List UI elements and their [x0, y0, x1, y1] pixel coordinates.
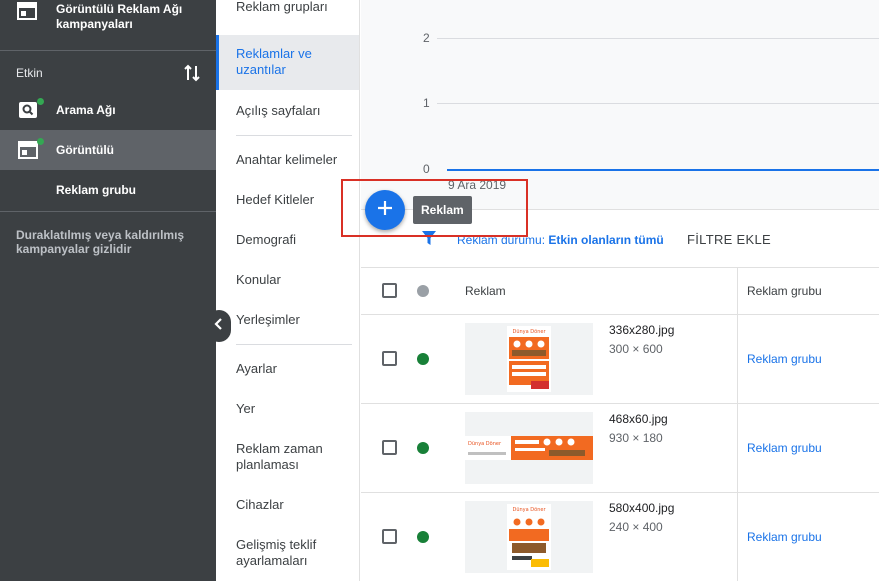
row-checkbox[interactable]	[382, 529, 397, 544]
status-dot	[37, 138, 44, 145]
nav-devices[interactable]: Cihazlar	[216, 497, 359, 513]
sidebar-item-display[interactable]: Görüntülü	[0, 130, 216, 170]
ad-thumbnail[interactable]: Dünya Döner	[465, 412, 593, 484]
ad-thumbnail[interactable]: Dünya Döner	[465, 501, 593, 573]
status-dot	[417, 531, 429, 543]
nav-placements[interactable]: Yerleşimler	[216, 312, 359, 328]
nav-audiences[interactable]: Hedef Kitleler	[216, 192, 359, 208]
hidden-campaigns-note: Duraklatılmış veya kaldırılmış kampanyal…	[16, 228, 185, 256]
svg-text:Dünya Döner: Dünya Döner	[512, 507, 546, 513]
nav-settings[interactable]: Ayarlar	[216, 361, 359, 377]
ad-filename: 580x400.jpg	[609, 501, 675, 515]
row-checkbox[interactable]	[382, 440, 397, 455]
row-checkbox[interactable]	[382, 351, 397, 366]
campaign-sidebar: Görüntülü Reklam Ağı kampanyaları Etkin …	[0, 0, 216, 581]
ad-thumbnail[interactable]: Dünya Döner	[465, 323, 593, 395]
y-tick-label: 2	[423, 31, 430, 45]
ad-dimensions: 240 × 400	[609, 520, 663, 534]
search-campaign-icon	[18, 101, 38, 124]
nav-ads-extensions[interactable]: Reklamlar ve uzantılar	[216, 35, 359, 90]
x-tick-label: 9 Ara 2019	[448, 178, 507, 192]
svg-text:Dünya Döner: Dünya Döner	[512, 329, 546, 335]
nav-divider	[236, 135, 352, 136]
display-campaign-icon	[18, 141, 38, 164]
nav-divider	[236, 344, 352, 345]
active-section-label: Etkin	[16, 66, 43, 80]
gridline	[437, 38, 879, 39]
y-tick-label: 0	[423, 162, 430, 176]
add-ad-tooltip: Reklam	[413, 196, 472, 224]
svg-text:Dünya Döner: Dünya Döner	[468, 441, 502, 447]
sort-icon[interactable]	[184, 64, 200, 87]
performance-chart: 2 1 0 9 Ara 2019	[361, 0, 879, 210]
ad-group-link[interactable]: Reklam grubu	[747, 530, 822, 544]
ad-dimensions: 930 × 180	[609, 431, 663, 445]
status-filter-chip[interactable]: Reklam durumu: Etkin olanların tümü	[457, 233, 664, 247]
select-all-checkbox[interactable]	[382, 283, 397, 298]
table-header: Reklam Reklam grubu	[361, 268, 879, 315]
sidebar-item-label: Arama Ağı	[56, 103, 116, 117]
display-campaigns-label: Görüntülü Reklam Ağı kampanyaları	[56, 2, 183, 31]
nav-locations[interactable]: Yer	[216, 401, 359, 417]
status-dot	[37, 98, 44, 105]
table-row: Dünya Döner 468x60.jpg 930 × 180 Reklam …	[361, 404, 879, 493]
nav-advanced-bid[interactable]: Gelişmiş teklif ayarlamaları	[216, 537, 336, 569]
add-ad-button[interactable]	[365, 190, 405, 230]
sidebar-item-search[interactable]: Arama Ağı	[0, 90, 216, 130]
table-row: Dünya Döner 336x280.jpg 300 × 600 Reklam…	[361, 315, 879, 404]
column-header-ad-group[interactable]: Reklam grubu	[747, 284, 822, 298]
add-filter-button[interactable]: FİLTRE EKLE	[687, 232, 771, 247]
column-header-ad[interactable]: Reklam	[465, 284, 506, 298]
sidebar-divider	[0, 50, 216, 51]
sidebar-item-label: Reklam grubu	[56, 183, 137, 197]
ad-filename: 336x280.jpg	[609, 323, 675, 337]
filter-value: Etkin olanların tümü	[548, 233, 664, 247]
status-column-icon	[417, 285, 429, 297]
filter-prefix: Reklam durumu:	[457, 233, 549, 247]
page-nav: Reklam grupları Reklamlar ve uzantılar A…	[216, 0, 360, 581]
display-campaign-icon	[17, 2, 37, 25]
nav-topics[interactable]: Konular	[216, 272, 359, 288]
collapse-nav-button[interactable]	[207, 310, 231, 342]
status-dot	[417, 353, 429, 365]
chevron-left-icon	[214, 317, 224, 336]
nav-landing-pages[interactable]: Açılış sayfaları	[216, 103, 359, 119]
nav-keywords[interactable]: Anahtar kelimeler	[216, 152, 359, 168]
series-line	[447, 169, 879, 171]
y-tick-label: 1	[423, 96, 430, 110]
sidebar-item-label: Görüntülü	[56, 143, 114, 157]
gridline	[437, 103, 879, 104]
nav-ad-schedule[interactable]: Reklam zaman planlaması	[216, 441, 336, 473]
ad-group-link[interactable]: Reklam grubu	[747, 441, 822, 455]
ad-filename: 468x60.jpg	[609, 412, 668, 426]
plus-icon	[377, 200, 393, 221]
sidebar-divider	[0, 211, 216, 212]
nav-ad-groups[interactable]: Reklam grupları	[216, 0, 359, 15]
ad-group-link[interactable]: Reklam grubu	[747, 352, 822, 366]
nav-demographics[interactable]: Demografi	[216, 232, 359, 248]
filter-icon[interactable]	[421, 229, 437, 252]
status-dot	[417, 442, 429, 454]
ads-table: Reklam Reklam grubu Dünya Döner 336x280.…	[361, 267, 879, 581]
ad-dimensions: 300 × 600	[609, 342, 663, 356]
sidebar-item-adgroup[interactable]: Reklam grubu	[0, 170, 216, 210]
display-campaigns-header[interactable]: Görüntülü Reklam Ağı kampanyaları	[0, 0, 216, 50]
table-row: Dünya Döner 580x400.jpg 240 × 400 Reklam…	[361, 493, 879, 581]
